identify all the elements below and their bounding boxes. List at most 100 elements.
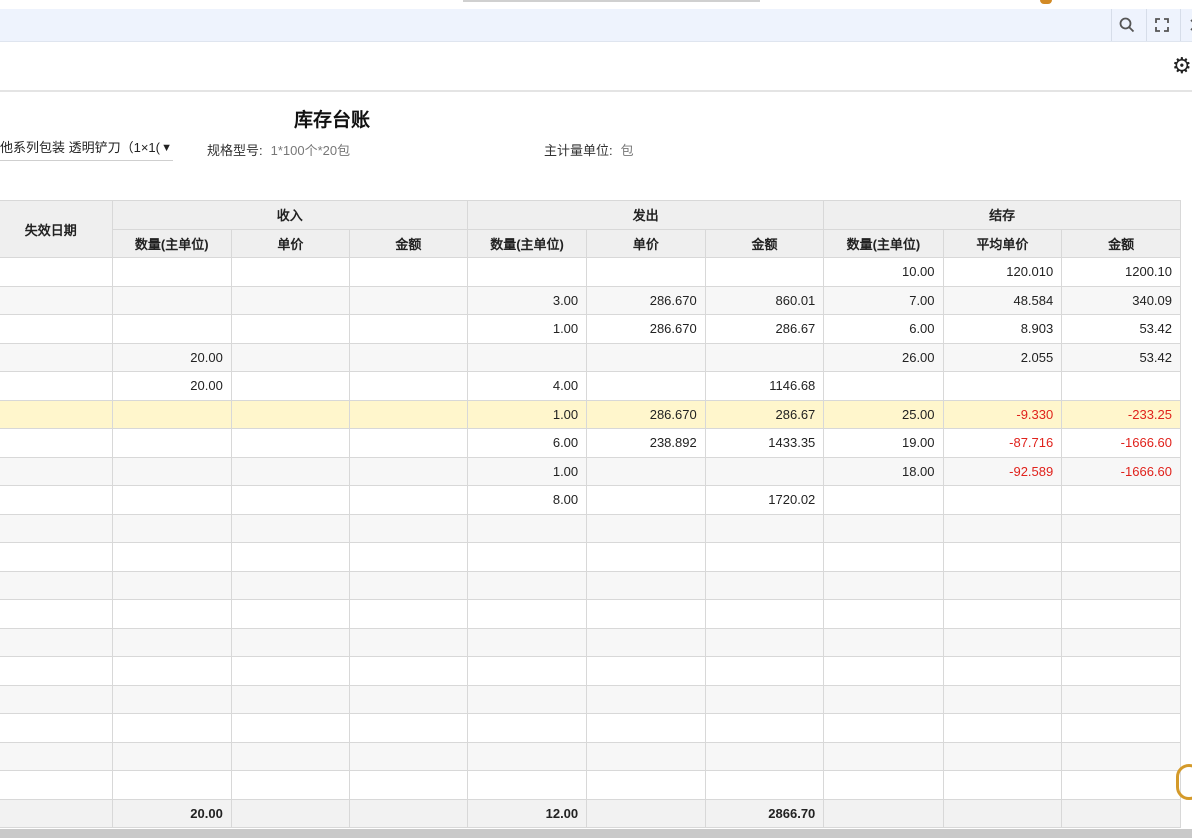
empty-cell [1061,599,1181,629]
cell-out_amount [704,257,825,287]
empty-cell [823,627,944,657]
empty-cell [823,741,944,771]
empty-cell [704,713,825,743]
empty-cell [704,599,825,629]
header-in-amount[interactable]: 金额 [348,228,468,258]
header-out-price[interactable]: 单价 [586,228,706,258]
material-select-value: 他系列包装 透明铲刀（1×1( [0,140,160,155]
table-row[interactable]: 1.00 286.670 286.67 25.00 -9.330 -233.25 [0,399,1181,429]
empty-cell [348,513,468,543]
table-row-empty[interactable] [0,741,1181,771]
total-in_qty: 20.00 [111,798,232,828]
table-row-empty[interactable] [0,713,1181,743]
empty-cell [942,713,1063,743]
cell-expiry [0,399,113,429]
empty-cell [111,513,232,543]
empty-cell [942,741,1063,771]
cell-out_qty [466,342,588,372]
empty-cell [823,656,944,686]
empty-cell [111,684,232,714]
empty-cell [704,513,825,543]
table-row-empty[interactable] [0,599,1181,629]
cell-bal_price: 2.055 [942,342,1063,372]
cell-bal_amount: 53.42 [1061,314,1181,344]
cell-out_amount: 286.67 [704,314,825,344]
header-in-price[interactable]: 单价 [230,228,350,258]
table-row-empty[interactable] [0,513,1181,543]
decorative-mark [1040,0,1052,4]
table-row[interactable]: 3.00 286.670 860.01 7.00 48.584 340.09 [0,285,1181,315]
total-out_amount: 2866.70 [704,798,825,828]
horizontal-scrollbar[interactable] [0,829,1192,838]
empty-cell [111,627,232,657]
cell-expiry [0,285,113,315]
empty-cell [0,656,113,686]
gear-icon[interactable]: ⚙ [1172,53,1192,79]
empty-cell [586,542,706,572]
floating-assistant-icon[interactable] [1176,764,1192,800]
cell-in_qty [111,285,232,315]
empty-cell [230,713,350,743]
table-row[interactable]: 20.00 26.00 2.055 53.42 [0,342,1181,372]
unit-label: 主计量单位: [544,143,613,158]
cell-in_amount [348,342,468,372]
cell-bal_amount: 53.42 [1061,342,1181,372]
table-row-empty[interactable] [0,684,1181,714]
total-empty [586,798,706,828]
table-row-empty[interactable] [0,570,1181,600]
cell-bal_qty: 10.00 [823,257,944,287]
header-expiry[interactable]: 失效日期 [0,200,113,258]
empty-cell [0,741,113,771]
table-row-empty[interactable] [0,542,1181,572]
ledger-table: 失效日期 收入 发出 结存 数量(主单位) 单价 金额 数量(主单位) 单价 金… [0,200,1181,828]
empty-cell [0,570,113,600]
header-bal-qty[interactable]: 数量(主单位) [823,228,944,258]
cell-bal_qty: 25.00 [823,399,944,429]
table-row-empty[interactable] [0,770,1181,800]
cell-bal_amount: -233.25 [1061,399,1181,429]
material-select[interactable]: 他系列包装 透明铲刀（1×1( ▼ [0,138,173,161]
empty-cell [823,542,944,572]
table-row[interactable]: 1.00 286.670 286.67 6.00 8.903 53.42 [0,314,1181,344]
cell-expiry [0,314,113,344]
cell-in_amount [348,285,468,315]
empty-cell [111,770,232,800]
header-out-amount[interactable]: 金额 [704,228,825,258]
cell-bal_qty: 7.00 [823,285,944,315]
panel-header [0,42,1192,92]
header-bal-avg-price[interactable]: 平均单价 [942,228,1063,258]
cell-out_price [586,485,706,515]
empty-cell [823,684,944,714]
table-row[interactable]: 20.00 4.00 1146.68 [0,371,1181,401]
cell-out_amount: 1146.68 [704,371,825,401]
empty-cell [466,627,588,657]
search-icon[interactable] [1111,9,1141,41]
empty-cell [586,627,706,657]
header-in-qty[interactable]: 数量(主单位) [111,228,232,258]
cell-out_qty: 4.00 [466,371,588,401]
empty-cell [704,770,825,800]
cell-in_price [230,342,350,372]
table-row[interactable]: 8.00 1720.02 [0,485,1181,515]
empty-cell [704,684,825,714]
empty-cell [1061,684,1181,714]
empty-cell [942,542,1063,572]
table-row[interactable]: 1.00 18.00 -92.589 -1666.60 [0,456,1181,486]
empty-cell [586,599,706,629]
empty-cell [111,542,232,572]
header-out-qty[interactable]: 数量(主单位) [466,228,588,258]
empty-cell [823,770,944,800]
cell-bal_price: 120.010 [942,257,1063,287]
cell-bal_qty [823,371,944,401]
table-row[interactable]: 10.00 120.010 1200.10 [0,257,1181,287]
cell-in_price [230,399,350,429]
table-row[interactable]: 6.00 238.892 1433.35 19.00 -87.716 -1666.60 [0,428,1181,458]
empty-cell [1061,656,1181,686]
header-bal-amount[interactable]: 金额 [1061,228,1181,258]
table-row-empty[interactable] [0,627,1181,657]
fullscreen-icon[interactable] [1146,9,1176,41]
table-row-empty[interactable] [0,656,1181,686]
cell-in_qty [111,257,232,287]
cell-in_price [230,314,350,344]
close-icon[interactable] [1180,9,1192,41]
